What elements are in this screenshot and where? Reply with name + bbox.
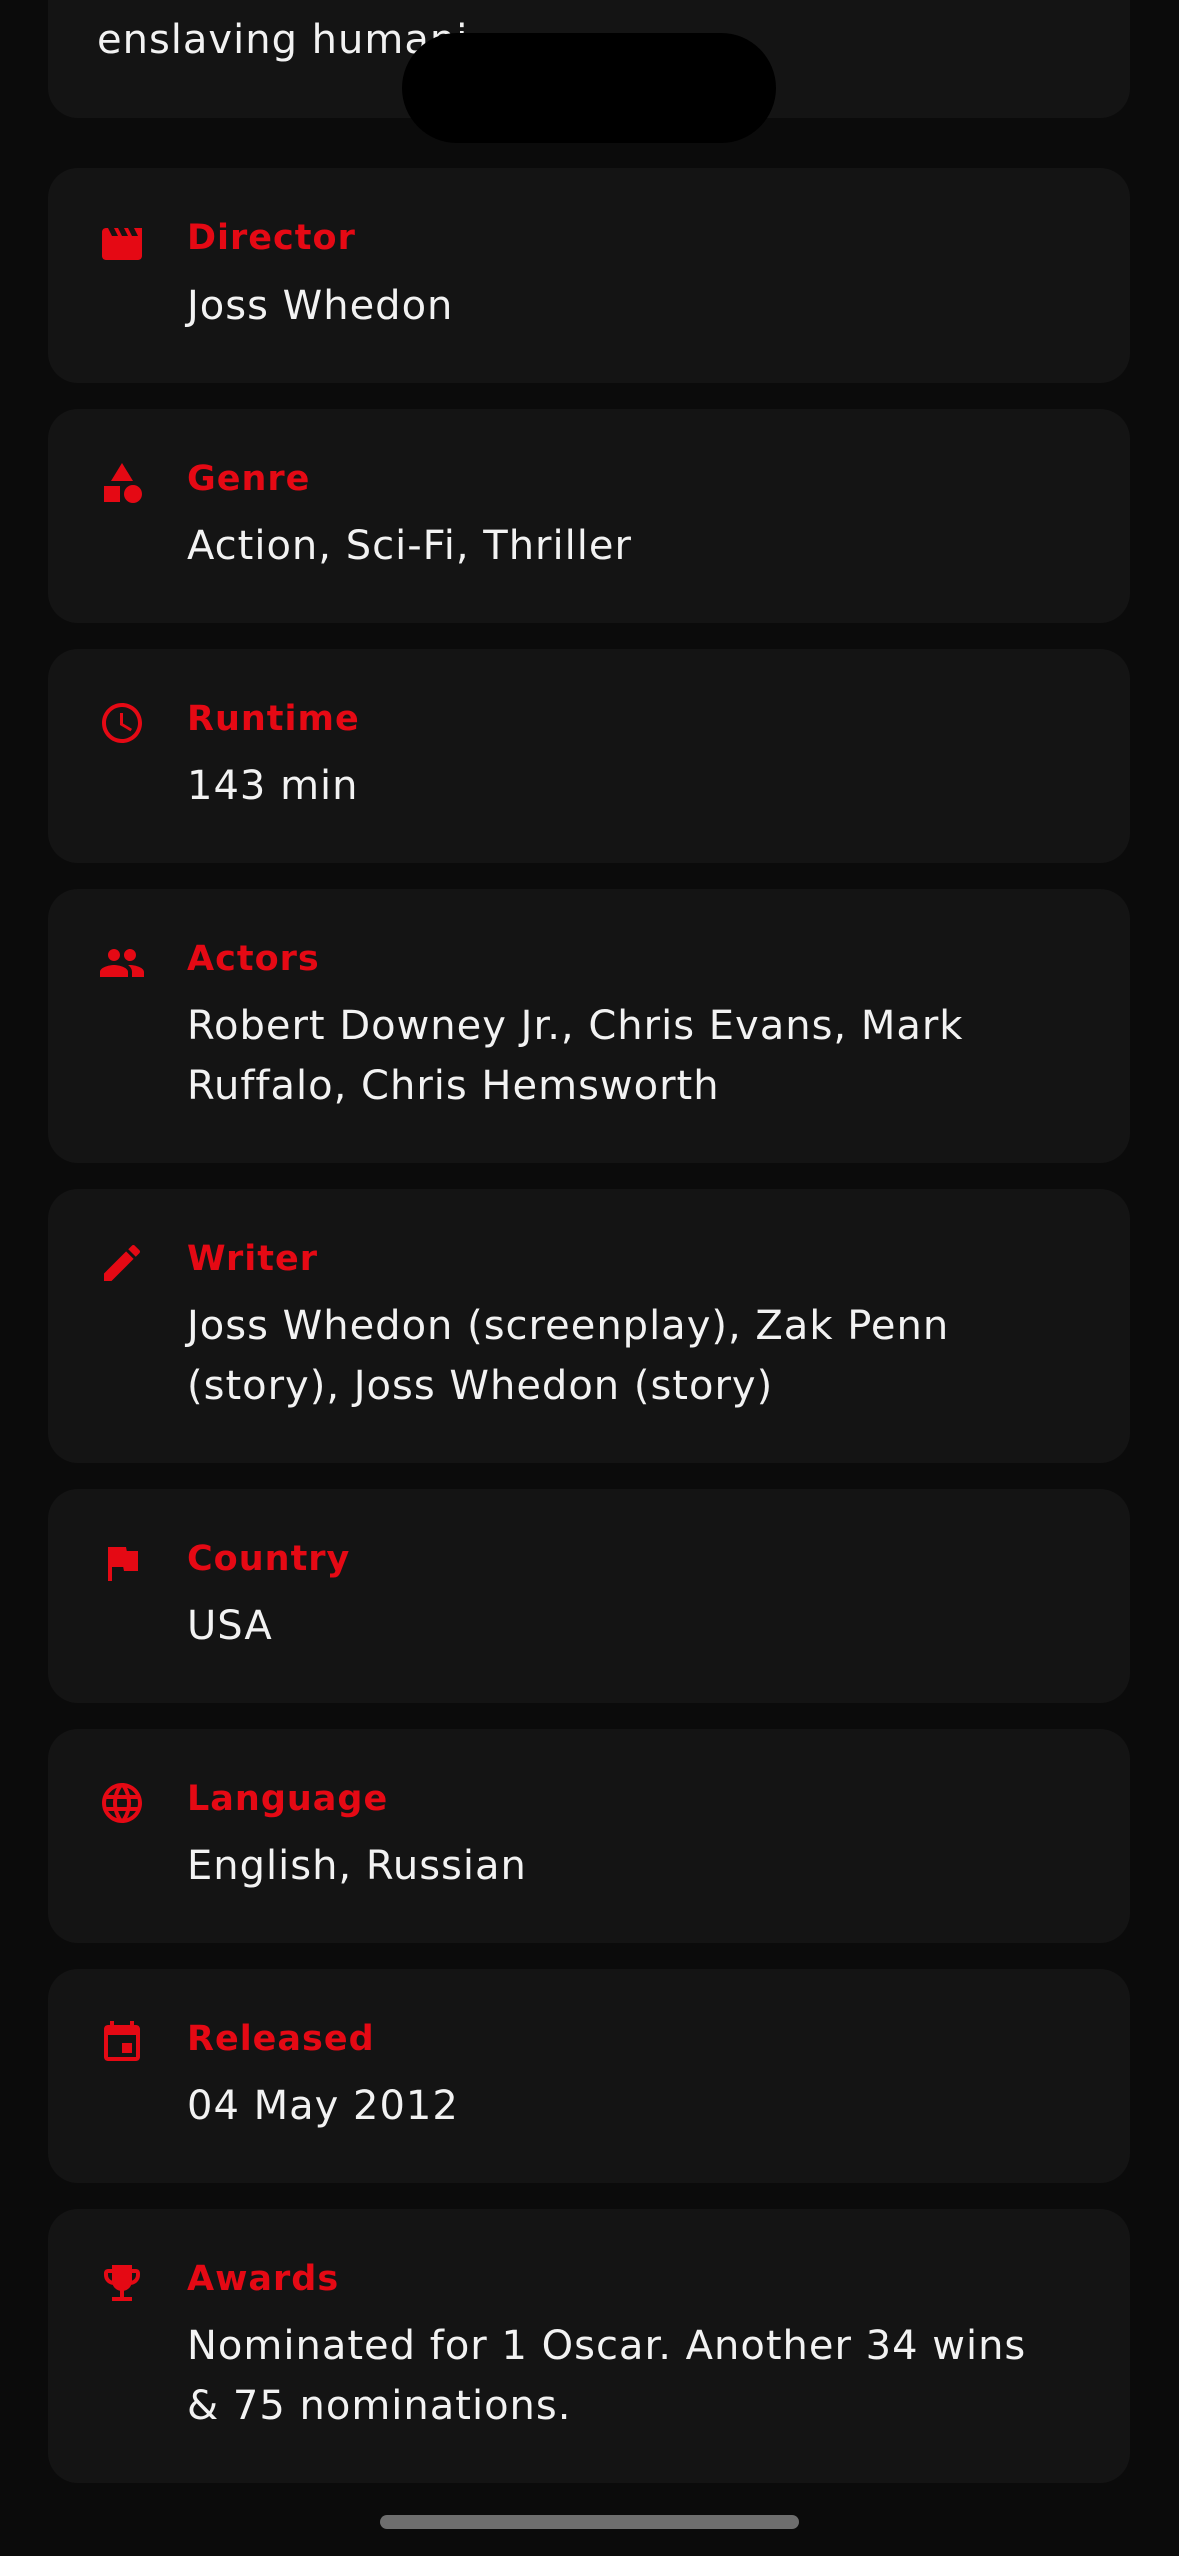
globe-icon [98,1779,146,1827]
detail-value: 04 May 2012 [187,2083,459,2129]
detail-value: English, Russian [187,1843,527,1889]
calendar-icon [98,2019,146,2067]
dynamic-island [402,33,776,143]
detail-card-language: Language English, Russian [48,1729,1130,1943]
detail-value: Robert Downey Jr., Chris Evans, Mark Ruf… [187,1003,964,1109]
detail-value: Joss Whedon [187,283,454,329]
shapes-icon [98,459,146,507]
detail-label: Director [187,218,356,258]
detail-value: Action, Sci-Fi, Thriller [187,523,632,569]
detail-card-awards: Awards Nominated for 1 Oscar. Another 34… [48,2209,1130,2483]
home-indicator[interactable] [380,2515,799,2529]
movie-detail-screen: enslaving humani Director Joss Whedon Ge… [0,0,1179,2556]
detail-value: Nominated for 1 Oscar. Another 34 wins &… [187,2323,1027,2429]
detail-label: Released [187,2019,375,2059]
detail-card-actors: Actors Robert Downey Jr., Chris Evans, M… [48,889,1130,1163]
detail-card-genre: Genre Action, Sci-Fi, Thriller [48,409,1130,623]
detail-card-country: Country USA [48,1489,1130,1703]
detail-value: USA [187,1603,273,1649]
detail-card-writer: Writer Joss Whedon (screenplay), Zak Pen… [48,1189,1130,1463]
detail-label: Writer [187,1239,318,1279]
flag-icon [98,1539,146,1587]
detail-card-runtime: Runtime 143 min [48,649,1130,863]
clock-icon [98,699,146,747]
detail-label: Country [187,1539,351,1579]
detail-label: Language [187,1779,389,1819]
detail-label: Runtime [187,699,360,739]
trophy-icon [98,2259,146,2307]
detail-label: Awards [187,2259,340,2299]
detail-label: Actors [187,939,320,979]
detail-card-released: Released 04 May 2012 [48,1969,1130,2183]
detail-value: 143 min [187,763,359,809]
pencil-icon [98,1239,146,1287]
detail-value: Joss Whedon (screenplay), Zak Penn (stor… [187,1303,950,1409]
clapperboard-icon [98,220,146,268]
people-icon [98,939,146,987]
detail-card-director: Director Joss Whedon [48,168,1130,383]
detail-label: Genre [187,459,311,499]
